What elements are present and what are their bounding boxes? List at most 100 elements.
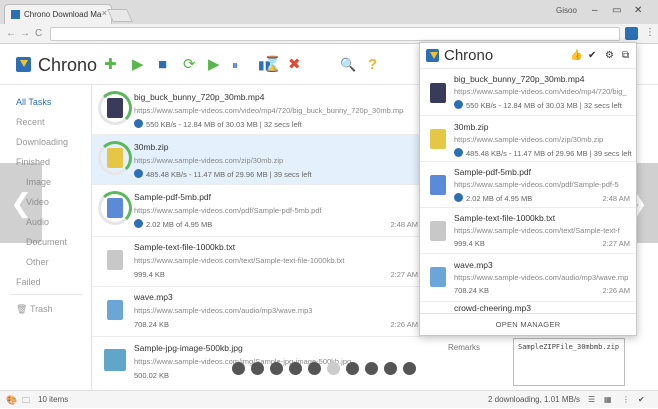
popup-download-url: https://www.sample-videos.com/zip/30mb.z… xyxy=(454,135,604,144)
carousel-dot[interactable] xyxy=(232,362,245,375)
popup-download-name[interactable]: wave.mp3 xyxy=(454,260,493,270)
popup-download-url: https://www.sample-videos.com/audio/mp3/… xyxy=(454,273,628,282)
download-status: 485.48 KB/s - 11.47 MB of 29.96 MB | 39 … xyxy=(146,170,312,179)
download-name[interactable]: Sample-jpg-image-500kb.jpg xyxy=(134,343,243,353)
popup-download-item[interactable]: wave.mp3 https://www.sample-videos.com/a… xyxy=(420,254,636,302)
palette-icon[interactable]: 🎨 xyxy=(6,395,17,406)
open-window-icon[interactable]: ⧉ xyxy=(622,50,629,61)
video-file-icon xyxy=(107,98,123,118)
download-name[interactable]: Sample-text-file-1000kb.txt xyxy=(134,242,235,252)
maximize-icon[interactable]: ▭ xyxy=(612,5,621,16)
video-file-icon xyxy=(430,83,446,103)
carousel-dot[interactable] xyxy=(251,362,264,375)
gear-icon[interactable]: ⚙ xyxy=(605,50,614,61)
chrono-extension-button[interactable] xyxy=(625,27,638,40)
start-icon[interactable]: ▶ xyxy=(132,57,144,73)
download-row[interactable]: big_buck_bunny_720p_30mb.mp4 https://www… xyxy=(92,85,422,135)
download-name[interactable]: big_buck_bunny_720p_30mb.mp4 xyxy=(134,92,264,102)
popup-download-name[interactable]: crowd-cheering.mp3 xyxy=(454,303,531,313)
carousel-dot[interactable] xyxy=(270,362,283,375)
download-url: https://www.sample-videos.com/zip/30mb.z… xyxy=(134,156,284,165)
popup-download-name[interactable]: big_buck_bunny_720p_30mb.mp4 xyxy=(454,74,584,84)
popup-download-status: 550 KB/s - 12.84 MB of 30.03 MB | 32 sec… xyxy=(466,101,622,110)
download-row[interactable]: Sample-pdf-5mb.pdf https://www.sample-vi… xyxy=(92,185,422,237)
download-row[interactable]: Sample-text-file-1000kb.txt https://www.… xyxy=(92,237,422,287)
popup-download-item[interactable]: 30mb.zip https://www.sample-videos.com/z… xyxy=(420,116,636,162)
carousel-dot[interactable] xyxy=(403,362,416,375)
carousel-dot[interactable] xyxy=(346,362,359,375)
pause-status-icon[interactable] xyxy=(454,100,463,109)
audio-file-icon xyxy=(430,267,446,287)
pause-all-icon[interactable]: ⏸ xyxy=(232,57,238,73)
sidebar-item-failed[interactable]: Failed xyxy=(16,277,41,287)
back-icon[interactable]: ← xyxy=(6,28,16,39)
browser-tab-bar: Chrono Download Mana × Gisoo – ▭ ✕ xyxy=(0,0,658,24)
forward-icon[interactable]: → xyxy=(20,28,30,39)
broom-icon[interactable]: ✔ xyxy=(638,395,645,404)
sidebar-item-recent[interactable]: Recent xyxy=(16,117,45,127)
carousel-dot[interactable] xyxy=(289,362,302,375)
popup-download-item[interactable]: Sample-pdf-5mb.pdf https://www.sample-vi… xyxy=(420,162,636,208)
popup-title: Chrono xyxy=(444,47,494,64)
popup-download-time: 2:27 AM xyxy=(602,239,630,248)
download-row[interactable]: wave.mp3 https://www.sample-videos.com/a… xyxy=(92,287,422,337)
popup-download-name[interactable]: Sample-text-file-1000kb.txt xyxy=(454,213,555,223)
popup-download-item[interactable]: Sample-text-file-1000kb.txt https://www.… xyxy=(420,208,636,254)
grid-view-icon[interactable]: ▦ xyxy=(604,395,612,404)
pdf-file-icon xyxy=(107,198,123,218)
popup-download-time: 2:26 AM xyxy=(602,286,630,295)
carousel-dot[interactable] xyxy=(327,362,340,375)
broom-icon[interactable]: ✔ xyxy=(588,50,596,61)
sidebar-item-trash[interactable]: Trash xyxy=(30,304,53,314)
start-all-icon[interactable]: ▶ xyxy=(208,57,220,73)
pdf-file-icon xyxy=(430,175,446,195)
search-icon[interactable]: 🔍 xyxy=(340,57,356,73)
omnibox[interactable] xyxy=(50,27,620,41)
open-manager-button[interactable]: OPEN MANAGER xyxy=(420,313,636,335)
download-summary: 2 downloading, 1.01 MB/s xyxy=(488,395,581,404)
popup-download-item[interactable]: crowd-cheering.mp3 xyxy=(420,302,636,313)
pause-status-icon[interactable] xyxy=(454,148,463,157)
browser-tab[interactable]: Chrono Download Mana × xyxy=(4,4,112,24)
status-bar: 🎨 🗀 10 items 2 downloading, 1.01 MB/s ☰ … xyxy=(0,390,658,408)
popup-download-name[interactable]: 30mb.zip xyxy=(454,122,489,132)
reload-icon[interactable]: C xyxy=(35,28,42,39)
download-name[interactable]: 30mb.zip xyxy=(134,142,169,152)
list-view-icon[interactable]: ☰ xyxy=(588,395,595,404)
popup-download-item[interactable]: big_buck_bunny_720p_30mb.mp4 https://www… xyxy=(420,70,636,116)
download-name[interactable]: wave.mp3 xyxy=(134,292,173,302)
sidebar-item-other[interactable]: Other xyxy=(26,257,49,267)
folder-icon[interactable]: 🗀 xyxy=(22,395,30,409)
carousel-dot[interactable] xyxy=(308,362,321,375)
popup-header: Chrono 👍 ✔ ⚙ ⧉ xyxy=(420,43,636,69)
carousel-prev-button[interactable]: ❮ xyxy=(0,163,42,243)
trash-icon[interactable]: 🗑 xyxy=(16,304,27,315)
carousel-dot[interactable] xyxy=(365,362,378,375)
remarks-field[interactable]: SampleZIPFile_30mbmb.zip xyxy=(513,338,625,386)
user-name[interactable]: Gisoo xyxy=(556,6,577,15)
popup-download-name[interactable]: Sample-pdf-5mb.pdf xyxy=(454,167,531,177)
download-row-selected[interactable]: 30mb.zip https://www.sample-videos.com/z… xyxy=(92,135,422,185)
clear-icon[interactable]: ⌛ xyxy=(263,57,282,73)
sidebar-item-all-tasks[interactable]: All Tasks xyxy=(16,97,51,107)
help-icon[interactable]: ? xyxy=(368,57,377,73)
sidebar-item-downloading[interactable]: Downloading xyxy=(16,137,68,147)
pause-status-icon[interactable] xyxy=(134,169,143,178)
resume-status-icon[interactable] xyxy=(134,219,143,228)
popup-download-status: 485.48 KB/s - 11.47 MB of 29.96 MB | 39 … xyxy=(466,149,632,158)
pause-status-icon[interactable] xyxy=(134,119,143,128)
refresh-icon[interactable]: ⟳ xyxy=(183,57,196,73)
stop-icon[interactable]: ■ xyxy=(158,57,167,73)
add-icon[interactable]: ✚ xyxy=(104,57,117,73)
download-name[interactable]: Sample-pdf-5mb.pdf xyxy=(134,192,211,202)
thumb-up-icon[interactable]: 👍 xyxy=(570,50,582,61)
delete-icon[interactable]: ✖ xyxy=(288,57,301,73)
browser-menu-icon[interactable]: ⋮ xyxy=(645,27,655,38)
close-window-icon[interactable]: ✕ xyxy=(634,5,642,16)
minimize-icon[interactable]: – xyxy=(592,5,598,16)
columns-icon[interactable]: ⋮ xyxy=(622,395,630,404)
resume-status-icon[interactable] xyxy=(454,193,463,202)
carousel-dot[interactable] xyxy=(384,362,397,375)
download-time: 2:48 AM xyxy=(390,220,418,229)
zip-file-icon xyxy=(430,129,446,149)
